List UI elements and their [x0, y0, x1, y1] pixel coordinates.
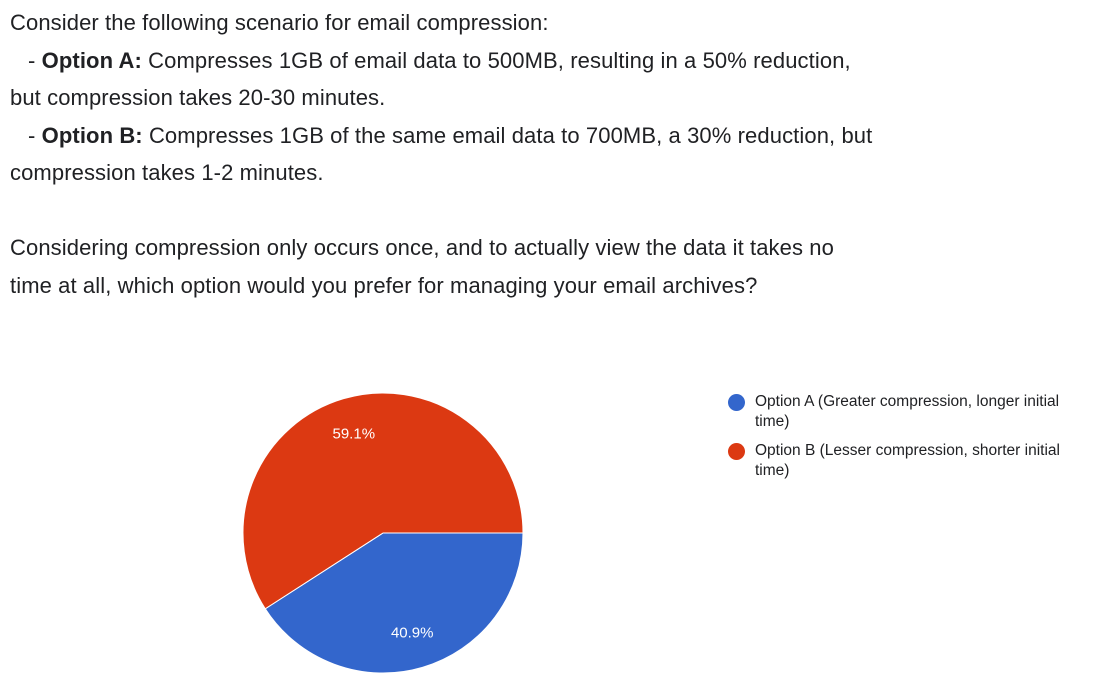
option-a-label: Option A:	[41, 47, 142, 73]
prompt-line-2: time at all, which option would you pref…	[10, 272, 758, 298]
pie-slice-label-option-b: 59.1%	[333, 426, 376, 443]
legend-label: Option A (Greater compression, longer in…	[755, 393, 1060, 430]
legend-swatch-icon	[728, 394, 745, 411]
option-b-line: - Option B: Compresses 1GB of the same e…	[10, 117, 1090, 155]
option-a-description: Compresses 1GB of email data to 500MB, r…	[141, 47, 851, 73]
legend-swatch-icon	[728, 443, 745, 460]
prompt-line-1: Considering compression only occurs once…	[10, 235, 834, 260]
pie-slice-option-b	[242, 392, 524, 610]
option-b-label: Option B:	[41, 122, 143, 148]
option-b-continuation: compression takes 1-2 minutes.	[10, 160, 324, 185]
pie-slices	[242, 392, 524, 674]
option-a-continuation: but compression takes 20-30 minutes.	[10, 85, 386, 110]
chart-legend: Option A (Greater compression, longer in…	[728, 392, 1098, 490]
pie-slice-label-option-a: 40.9%	[391, 624, 434, 641]
pie-slice-option-a	[264, 532, 524, 674]
option-a-line: - Option A: Compresses 1GB of email data…	[10, 42, 1090, 80]
question-intro: Consider the following scenario for emai…	[10, 10, 549, 35]
option-b-prefix: -	[28, 122, 42, 148]
pie-labels: 40.9% 59.1%	[333, 426, 434, 642]
legend-label: Option B (Lesser compression, shorter in…	[755, 442, 1060, 479]
question-text: Consider the following scenario for emai…	[10, 4, 1090, 304]
option-a-prefix: -	[28, 47, 42, 73]
option-b-description: Compresses 1GB of the same email data to…	[142, 122, 873, 148]
legend-item-option-b: Option B (Lesser compression, shorter in…	[728, 441, 1098, 481]
legend-item-option-a: Option A (Greater compression, longer in…	[728, 392, 1098, 432]
